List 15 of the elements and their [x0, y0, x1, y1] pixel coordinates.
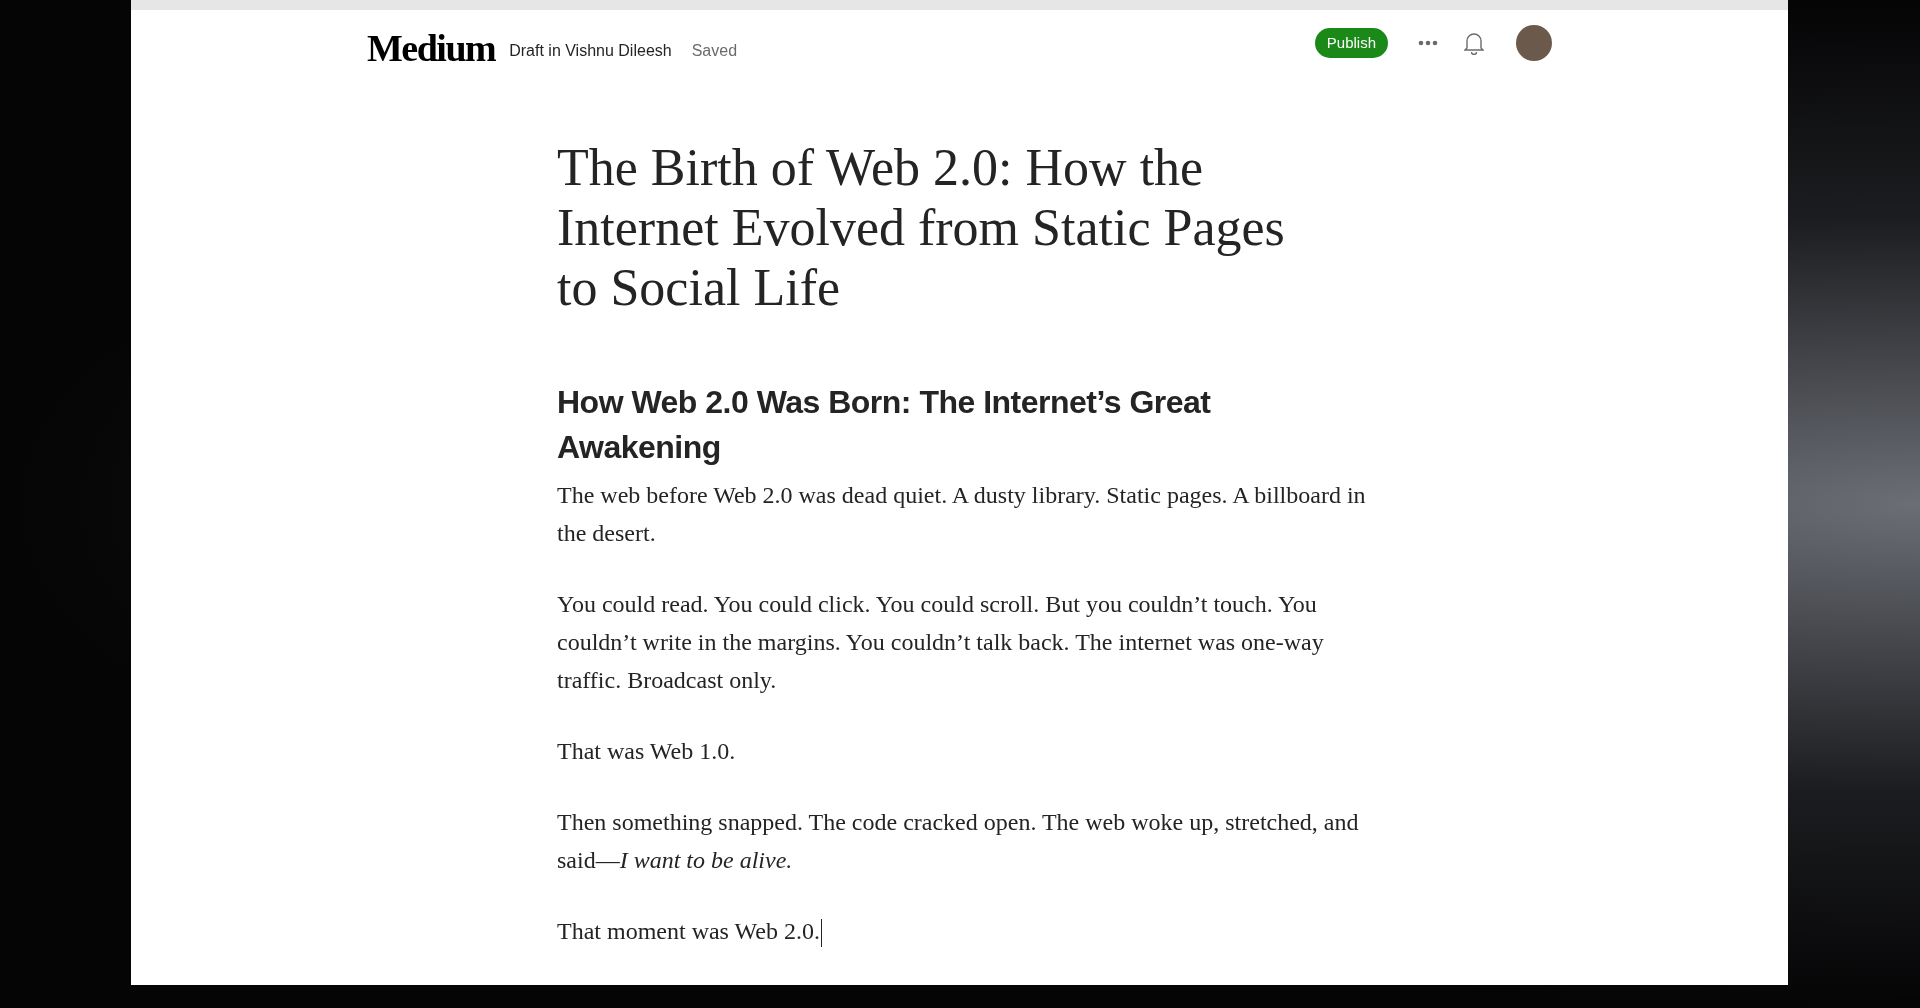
article-title[interactable]: The Birth of Web 2.0: How the Internet Evolved from Static Pages to Social Life — [557, 138, 1317, 318]
body-paragraph[interactable]: That was Web 1.0. — [557, 732, 1367, 770]
draft-label: Draft in Vishnu Dileesh — [509, 41, 672, 61]
medium-logo[interactable]: Medium — [367, 29, 496, 67]
body-paragraph[interactable]: You could read. You could click. You could scroll. But you couldn’t touch. You couldn’t write in the margins. You couldn’t talk back. The internet was one-way traffic. Broadcast only. — [557, 585, 1367, 699]
publish-button[interactable]: Publish — [1314, 28, 1388, 58]
save-status: Saved — [691, 41, 738, 61]
notifications-bell-icon[interactable] — [1464, 31, 1484, 55]
body-paragraph[interactable]: The web before Web 2.0 was dead quiet. A dusty library. Static pages. A billboard in the desert. — [557, 476, 1367, 552]
body-paragraph[interactable]: That moment was Web 2.0. — [557, 912, 1367, 950]
article-subheading[interactable]: How Web 2.0 Was Born: The Internet’s Great Awakening — [557, 380, 1367, 470]
body-paragraph[interactable]: Then something snapped. The code cracked open. The web woke up, stretched, and said—I want to be alive. — [557, 803, 1367, 879]
more-options-icon[interactable] — [1418, 40, 1438, 46]
avatar[interactable] — [1516, 25, 1552, 61]
text-cursor — [820, 919, 823, 948]
